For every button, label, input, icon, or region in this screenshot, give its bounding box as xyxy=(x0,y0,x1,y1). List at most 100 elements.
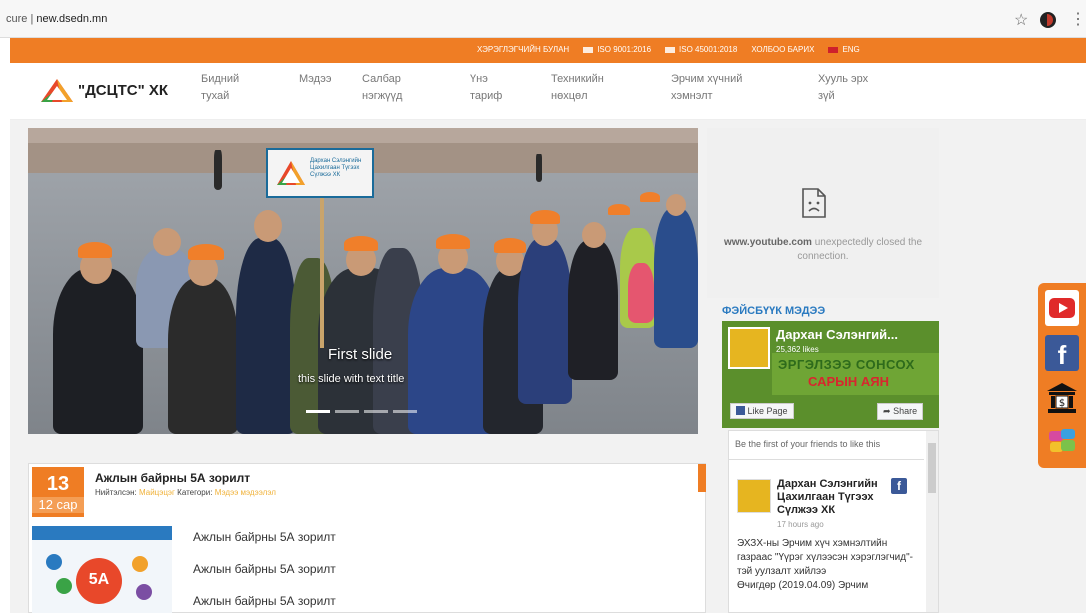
floating-social-bar: f $ xyxy=(1038,283,1086,468)
slide-person xyxy=(236,238,296,434)
hero-slider[interactable]: Дархан Сэлэнгийн Цахилгаан Түгээх Сүлжээ… xyxy=(28,128,698,434)
slide-bystander xyxy=(214,150,222,190)
slide-person-cap xyxy=(608,204,630,215)
customer-corner-link[interactable]: ХЭРЭГЛЭГЧИЙН БУЛАН xyxy=(477,45,569,54)
bank-icon: $ xyxy=(1047,383,1077,413)
slide-person xyxy=(654,208,698,348)
bookmark-star-icon[interactable]: ☆ xyxy=(1014,10,1028,30)
nav-item-legal[interactable]: Хууль эрх зүй xyxy=(818,71,868,105)
flag-icon xyxy=(665,46,676,53)
youtube-error-message: www.youtube.com unexpectedly closed the … xyxy=(723,237,923,262)
contact-link[interactable]: ХОЛБОО БАРИХ xyxy=(751,45,814,54)
nav-item-news[interactable]: Мэдээ xyxy=(299,71,331,88)
news-author-link[interactable]: Майцэцэг xyxy=(139,488,175,497)
main-navigation: "ДСЦТС" ХК Бидний тухай Мэдээ Салбар нэгжү… xyxy=(10,63,1086,120)
url-security-text: cure xyxy=(6,13,28,25)
news-category-link[interactable]: Мэдээ мэдээлэл xyxy=(215,488,276,497)
facebook-feed[interactable]: Be the first of your friends to like thi… xyxy=(728,430,939,613)
post-avatar[interactable] xyxy=(737,479,771,513)
extension-icon[interactable] xyxy=(1040,12,1056,28)
browser-menu-icon[interactable]: ⋮ xyxy=(1070,9,1086,29)
browser-address-bar: cure | new.dsedn.mn ☆ ⋮ xyxy=(0,0,1086,38)
language-eng-link[interactable]: ENG xyxy=(828,45,860,54)
slide-person xyxy=(518,238,572,404)
slide-child xyxy=(628,263,654,323)
facebook-news-heading: ФЭЙСБҮҮК МЭДЭЭ xyxy=(722,305,826,317)
scrollbar-thumb[interactable] xyxy=(928,443,936,493)
nav-item-branches[interactable]: Салбар нэгжүүд xyxy=(362,71,402,105)
slide-person-cap xyxy=(78,242,112,258)
news-title[interactable]: Ажлын байрны 5А зорилт xyxy=(95,471,250,485)
facebook-logo-icon: f xyxy=(891,478,907,494)
slide-indicators xyxy=(306,410,417,413)
facebook-page-name[interactable]: Дархан Сэлэнгий... xyxy=(776,327,898,342)
youtube-button[interactable] xyxy=(1045,290,1079,326)
slide-person-head xyxy=(582,222,606,248)
news-month: 12 сар xyxy=(32,497,84,513)
address-field[interactable]: cure | new.dsedn.mn xyxy=(6,13,107,25)
share-button[interactable]: ➦ Share xyxy=(877,403,924,420)
slide-person-cap xyxy=(188,244,224,260)
nav-item-technical[interactable]: Техникийн нөхцөл xyxy=(551,71,604,105)
iso-45001-link[interactable]: ISO 45001:2018 xyxy=(665,45,737,54)
facebook-button[interactable]: f xyxy=(1045,335,1079,371)
slide-person xyxy=(53,268,143,434)
post-author[interactable]: Дархан Сэлэнгийн Цахилгаан Түгээх Сүлжээ… xyxy=(777,478,897,517)
sad-document-icon xyxy=(802,188,826,218)
facebook-small-icon xyxy=(736,406,745,415)
logo-title: "ДСЦТС" ХК xyxy=(78,81,169,99)
slide-indicator[interactable] xyxy=(364,410,388,413)
slide-person-cap xyxy=(640,192,660,202)
thumbnail-dot xyxy=(46,554,62,570)
site-logo[interactable]: "ДСЦТС" ХК xyxy=(40,77,168,103)
bank-button[interactable]: $ xyxy=(1045,380,1079,416)
slide-indicator[interactable] xyxy=(335,410,359,413)
like-page-button[interactable]: Like Page xyxy=(730,403,794,419)
slide-person-head xyxy=(666,194,686,216)
slide-person-cap xyxy=(494,238,526,253)
nav-item-tariff[interactable]: Үнэ тариф xyxy=(470,71,502,105)
slide-person-cap xyxy=(436,234,470,249)
chat-button[interactable] xyxy=(1045,425,1079,461)
post-timestamp[interactable]: 17 hours ago xyxy=(777,520,824,529)
svg-text:$: $ xyxy=(1059,398,1065,409)
divider xyxy=(729,459,924,460)
slide-person-head xyxy=(254,210,282,242)
news-thumbnail[interactable]: 5A xyxy=(32,526,172,613)
news-day: 13 xyxy=(46,473,70,495)
share-arrow-icon: ➦ xyxy=(883,406,891,416)
facebook-page-cover[interactable]: Дархан Сэлэнгий... 25,362 likes ЭРГЭЛЗЭЭ… xyxy=(722,321,939,428)
sign-text: Дархан Сэлэнгийн Цахилгаан Түгээх Сүлжээ… xyxy=(310,158,362,178)
slide-child-head xyxy=(153,228,181,256)
slide-person-cap xyxy=(530,210,560,224)
iso-9001-link[interactable]: ISO 9001:2016 xyxy=(583,45,651,54)
cover-text-line1: ЭРГЭЛЗЭЭ СОНСОХ xyxy=(778,357,915,372)
slide-caption: First slide xyxy=(328,346,393,363)
slide-person xyxy=(568,240,618,380)
slide-company-sign: Дархан Сэлэнгийн Цахилгаан Түгээх Сүлжээ… xyxy=(266,148,374,348)
news-meta: Нийтэлсэн: Майцэцэг Категори: Мэдээ мэдэ… xyxy=(95,488,276,497)
nav-item-about[interactable]: Бидний тухай xyxy=(201,71,239,105)
news-text-line: Ажлын байрны 5А зорилт xyxy=(193,594,336,608)
friends-like-text: Be the first of your friends to like thi… xyxy=(735,439,881,449)
sign-pole xyxy=(320,198,324,348)
slide-bystander xyxy=(536,154,542,182)
slide-person xyxy=(168,278,238,434)
cover-text-line2: САРЫН АЯН xyxy=(808,374,889,389)
thumbnail-5a-circle: 5A xyxy=(76,558,122,604)
nav-item-energy-saving[interactable]: Эрчим хүчний хэмнэлт xyxy=(671,71,742,105)
youtube-icon xyxy=(1049,298,1075,318)
youtube-embed[interactable]: www.youtube.com unexpectedly closed the … xyxy=(707,128,939,298)
feed-scrollbar[interactable] xyxy=(926,431,938,612)
page-profile-picture[interactable] xyxy=(728,327,770,369)
slide-indicator[interactable] xyxy=(306,410,330,413)
facebook-icon: f xyxy=(1057,340,1067,370)
news-date-badge: 13 12 сар xyxy=(32,467,84,517)
slide-person-cap xyxy=(344,236,378,251)
news-text-line: Ажлын байрны 5А зорилт xyxy=(193,530,336,544)
thumbnail-dot xyxy=(56,578,72,594)
slide-indicator[interactable] xyxy=(393,410,417,413)
uk-flag-icon xyxy=(828,46,839,53)
top-utility-bar: ХЭРЭГЛЭГЧИЙН БУЛАН ISO 9001:2016 ISO 450… xyxy=(10,38,1086,63)
facebook-likes-count: 25,362 likes xyxy=(776,345,819,354)
